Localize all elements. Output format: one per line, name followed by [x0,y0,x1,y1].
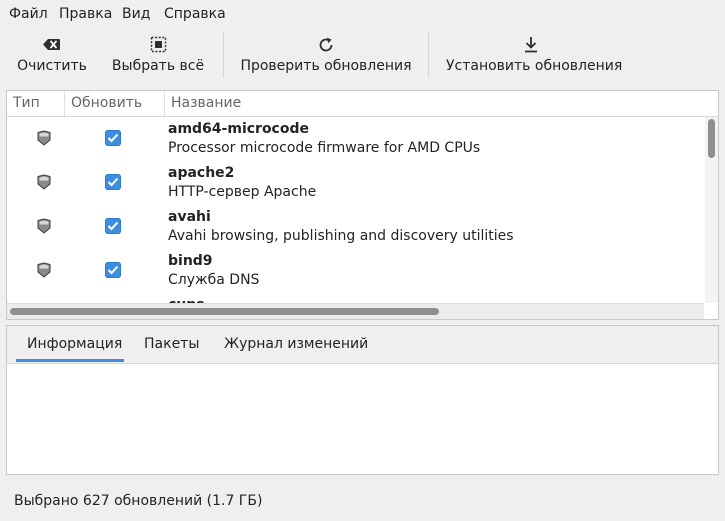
update-checkbox[interactable] [105,130,121,146]
install-updates-label: Установить обновления [446,58,623,74]
download-icon [525,37,537,53]
update-checkbox[interactable] [105,262,121,278]
clear-backspace-icon [43,39,60,50]
menu-help[interactable]: Справка [164,6,226,22]
toolbar-separator [223,32,224,78]
check-updates-button[interactable]: Проверить обновления [240,28,412,82]
check-updates-label: Проверить обновления [240,58,412,74]
column-header-type[interactable]: Тип [7,91,64,116]
update-checkbox[interactable] [105,218,121,234]
column-header-name[interactable]: Название [164,91,718,116]
tab-information[interactable]: Информация [27,326,122,363]
menu-view[interactable]: Вид [122,6,150,22]
package-description: Avahi browsing, publishing and discovery… [168,228,514,244]
select-all-button[interactable]: Выбрать всё [111,28,205,82]
table-header: Тип Обновить Название [7,91,718,117]
updates-table: Тип Обновить Название amd64-microcode Pr… [6,90,719,320]
tab-changelog[interactable]: Журнал изменений [224,326,368,363]
status-text: Выбрано 627 обновлений (1.7 ГБ) [14,493,263,509]
package-name: bind9 [168,253,213,269]
tab-packages[interactable]: Пакеты [144,326,199,363]
package-description: Служба DNS [168,272,260,288]
details-pane: Информация Пакеты Журнал изменений [6,325,719,475]
horizontal-scrollbar-thumb[interactable] [10,308,439,315]
clear-label: Очистить [17,58,87,74]
clear-button[interactable]: Очистить [14,28,90,82]
package-name: amd64-microcode [168,121,309,137]
package-description: Processor microcode firmware for AMD CPU… [168,140,481,156]
column-header-update[interactable]: Обновить [64,91,164,116]
shield-icon [37,262,51,278]
details-content [7,364,718,474]
refresh-icon [319,37,333,52]
table-body: amd64-microcode Processor microcode firm… [7,117,704,303]
menu-edit[interactable]: Правка [59,6,112,22]
table-row[interactable]: cups [7,293,704,303]
package-name: avahi [168,209,211,225]
shield-icon [37,218,51,234]
table-row[interactable]: amd64-microcode Processor microcode firm… [7,117,704,161]
details-tabbar: Информация Пакеты Журнал изменений [7,326,718,364]
select-all-icon [150,36,167,53]
package-name: apache2 [168,165,235,181]
update-checkbox[interactable] [105,174,121,190]
package-description: HTTP-сервер Apache [168,184,317,200]
menu-file[interactable]: Файл [9,6,48,22]
menubar: Файл Правка Вид Справка [0,0,725,28]
vertical-scrollbar-thumb[interactable] [708,119,715,158]
install-updates-button[interactable]: Установить обновления [446,28,623,82]
shield-icon [37,130,51,146]
table-row[interactable]: avahi Avahi browsing, publishing and dis… [7,205,704,249]
select-all-label: Выбрать всё [111,58,205,74]
active-tab-indicator [16,359,124,362]
toolbar-separator [428,32,429,78]
shield-icon [37,174,51,190]
table-row[interactable]: apache2 HTTP-сервер Apache [7,161,704,205]
toolbar: Очистить Выбрать всё Проверить обновлени… [0,28,725,86]
table-row[interactable]: bind9 Служба DNS [7,249,704,293]
